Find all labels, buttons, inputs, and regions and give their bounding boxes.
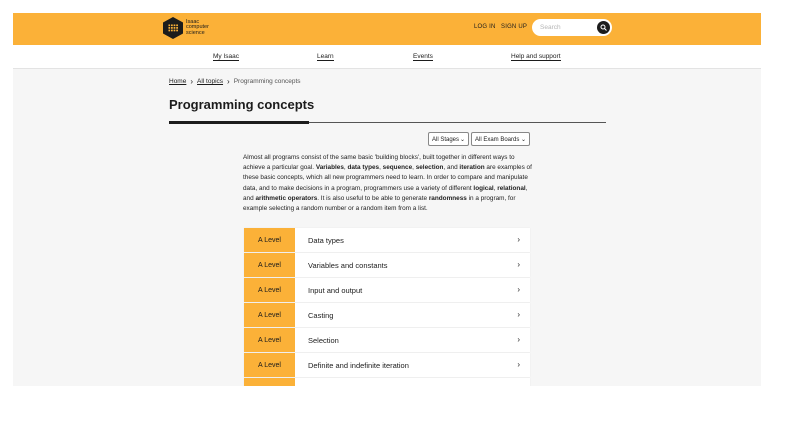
chevron-down-icon: ⌄ bbox=[459, 137, 465, 143]
board-filter-select[interactable]: All Exam Boards ⌄ bbox=[471, 132, 530, 146]
breadcrumb: Home › All topics › Programming concepts bbox=[169, 76, 301, 86]
nav-item-help[interactable]: Help and support bbox=[511, 53, 561, 61]
topic-row[interactable]: A Level Definite and indefinite iteration… bbox=[244, 353, 530, 377]
topic-label: Definite and indefinite iteration bbox=[308, 360, 409, 370]
topic-label: Data types bbox=[308, 235, 344, 245]
intro-text: . It is also useful to be able to genera… bbox=[317, 194, 429, 202]
chevron-down-icon: ⌄ bbox=[520, 137, 526, 143]
title-underline bbox=[169, 121, 309, 124]
login-link[interactable]: LOG IN bbox=[474, 24, 496, 30]
intro-keyword: randomness bbox=[428, 194, 467, 202]
logo-line: science bbox=[186, 29, 205, 36]
chevron-right-icon: › bbox=[190, 76, 194, 86]
intro-paragraph: Almost all programs consist of the same … bbox=[243, 153, 533, 214]
search-button[interactable] bbox=[597, 21, 610, 34]
intro-keyword: Variables bbox=[315, 164, 344, 172]
nav-item-events[interactable]: Events bbox=[413, 53, 433, 61]
stage-filter-select[interactable]: All Stages ⌄ bbox=[428, 132, 469, 146]
search-icon bbox=[600, 24, 607, 31]
intro-keyword: iteration bbox=[459, 164, 485, 172]
intro-keyword: logical bbox=[473, 184, 494, 192]
breadcrumb-home[interactable]: Home bbox=[169, 78, 186, 85]
chevron-right-icon: › bbox=[517, 285, 520, 294]
chevron-right-icon: › bbox=[227, 76, 230, 86]
main-nav: My Isaac Learn Events Help and support bbox=[13, 45, 761, 69]
intro-keyword: relational bbox=[497, 184, 526, 192]
nav-item-my-isaac[interactable]: My Isaac bbox=[213, 53, 240, 61]
topic-list: A Level Data types › A Level Variables and c… bbox=[244, 228, 530, 386]
topic-label: Casting bbox=[308, 310, 334, 320]
topic-row[interactable]: A Level Casting › bbox=[244, 303, 530, 327]
level-badge: A Level bbox=[244, 278, 295, 302]
chevron-right-icon: › bbox=[517, 335, 520, 344]
level-badge: A Level bbox=[244, 353, 295, 377]
topic-label: Input and output bbox=[308, 285, 363, 295]
level-badge bbox=[244, 378, 295, 386]
logo-text: Isaac computer science bbox=[186, 19, 209, 37]
nav-item-learn[interactable]: Learn bbox=[317, 53, 334, 61]
level-badge: A Level bbox=[244, 328, 295, 352]
topic-label: Selection bbox=[308, 335, 339, 345]
topic-row[interactable] bbox=[244, 378, 530, 386]
topic-row[interactable]: A Level Selection › bbox=[244, 328, 530, 352]
breadcrumb-all-topics[interactable]: All topics bbox=[197, 78, 223, 85]
site-header: Isaac computer science LOG IN SIGN UP Se… bbox=[13, 13, 761, 45]
level-badge: A Level bbox=[244, 303, 295, 327]
topic-row[interactable]: A Level Variables and constants › bbox=[244, 253, 530, 277]
logo-hexagon-icon bbox=[163, 17, 183, 39]
signup-link[interactable]: SIGN UP bbox=[501, 24, 527, 30]
chevron-right-icon: › bbox=[517, 310, 520, 319]
chevron-right-icon: › bbox=[517, 360, 520, 369]
topic-row[interactable]: A Level Input and output › bbox=[244, 278, 530, 302]
intro-keyword: selection bbox=[415, 164, 444, 172]
logo[interactable]: Isaac computer science bbox=[163, 17, 209, 39]
breadcrumb-current: Programming concepts bbox=[233, 78, 301, 85]
board-filter-value: All Exam Boards bbox=[475, 137, 520, 143]
intro-keyword: arithmetic operators bbox=[255, 194, 318, 202]
intro-keyword: sequence bbox=[382, 164, 413, 172]
level-badge: A Level bbox=[244, 253, 295, 277]
page-title: Programming concepts bbox=[169, 97, 315, 112]
chevron-right-icon: › bbox=[517, 235, 520, 244]
level-badge: A Level bbox=[244, 228, 295, 252]
intro-text: , and bbox=[443, 164, 460, 172]
page-frame: Isaac computer science LOG IN SIGN UP Se… bbox=[13, 13, 761, 386]
stage-filter-value: All Stages bbox=[432, 137, 460, 143]
search-placeholder: Search bbox=[540, 24, 561, 31]
intro-keyword: data types bbox=[347, 164, 380, 172]
search-input[interactable]: Search bbox=[532, 19, 612, 36]
topic-label: Variables and constants bbox=[308, 260, 388, 270]
chevron-right-icon: › bbox=[517, 260, 520, 269]
topic-row[interactable]: A Level Data types › bbox=[244, 228, 530, 252]
